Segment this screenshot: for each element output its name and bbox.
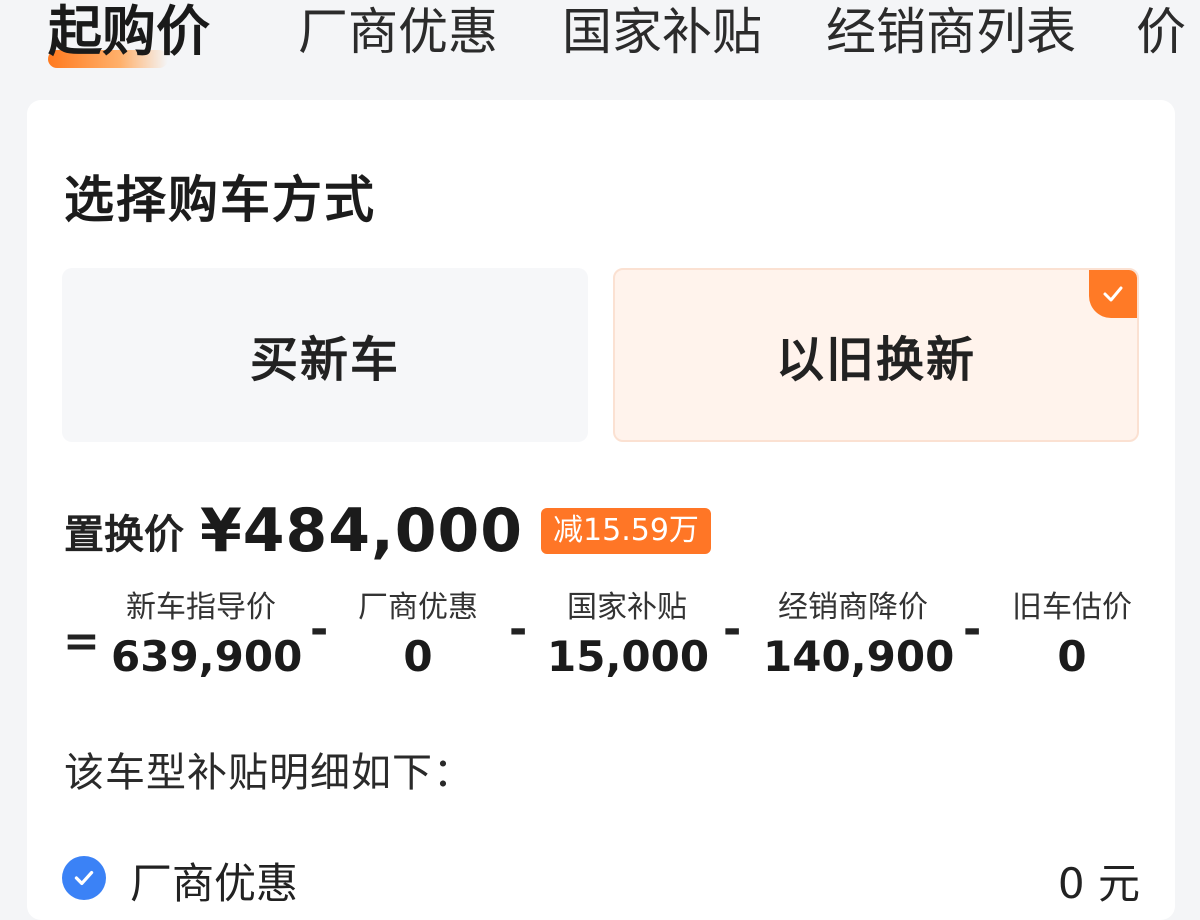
formula-term-value: 0 [403, 632, 433, 681]
formula-term-label: 旧车估价 [1012, 590, 1132, 625]
formula-term-value: 140,900 [763, 632, 955, 681]
tab-starting-price[interactable]: 起购价 [48, 2, 210, 62]
trade-in-price-value: ¥484,000 [200, 496, 524, 566]
subsidy-detail-title: 该车型补贴明细如下： [64, 750, 474, 796]
formula-term-value: 0 [1057, 632, 1087, 681]
option-buy-new-car[interactable]: 买新车 [62, 268, 588, 442]
tab-dealer-list[interactable]: 经销商列表 [826, 2, 1076, 62]
formula-term-value: 639,900 [111, 632, 303, 681]
option-buy-new-car-label: 买新车 [249, 332, 400, 388]
tab-price-partial[interactable]: 价 [1136, 2, 1186, 62]
checkmark-icon [1103, 286, 1123, 302]
formula-term-msrp: 新车指导价 639,900 [111, 590, 303, 682]
trade-in-price-label: 置换价 [64, 512, 184, 558]
formula-term-manufacturer-discount: 厂商优惠 0 [343, 590, 493, 682]
formula-term-label: 经销商降价 [778, 590, 928, 625]
formula-term-value: 15,000 [547, 632, 710, 681]
trade-in-price-row: 置换价 ¥484,000 减15.59万 [64, 496, 711, 566]
option-trade-in[interactable]: 以旧换新 [613, 268, 1139, 442]
purchase-method-title: 选择购车方式 [64, 171, 376, 229]
price-formula: = 新车指导价 639,900 - 厂商优惠 0 - 国家补贴 15,000 -… [27, 590, 1175, 700]
formula-minus-sign: - [509, 604, 528, 655]
subsidy-detail-row: 厂商优惠 0 元 [62, 850, 1140, 910]
discount-badge: 减15.59万 [541, 508, 711, 554]
subsidy-detail-value: 0 元 [1057, 859, 1140, 908]
option-trade-in-label: 以旧换新 [775, 332, 976, 388]
formula-term-label: 国家补贴 [567, 590, 687, 625]
purchase-card: 选择购车方式 买新车 以旧换新 置换价 ¥484,000 减15.59万 = 新… [27, 100, 1175, 920]
subsidy-detail-label: 厂商优惠 [130, 859, 299, 908]
top-tab-bar: 起购价 厂商优惠 国家补贴 经销商列表 价 [0, 0, 1200, 84]
formula-term-old-car-value: 旧车估价 0 [997, 590, 1147, 682]
formula-minus-sign: - [723, 604, 742, 655]
formula-term-dealer-discount: 经销商降价 140,900 [763, 590, 955, 682]
tab-manufacturer-discount[interactable]: 厂商优惠 [298, 2, 498, 62]
formula-equals-sign: = [63, 616, 100, 667]
selected-corner-badge [1089, 270, 1137, 318]
checkmark-icon [74, 870, 94, 886]
formula-term-national-subsidy: 国家补贴 15,000 [547, 590, 710, 682]
formula-term-label: 厂商优惠 [358, 590, 478, 625]
formula-minus-sign: - [963, 604, 982, 655]
check-circle-icon [62, 856, 106, 900]
formula-term-label: 新车指导价 [126, 590, 276, 625]
formula-minus-sign: - [310, 604, 329, 655]
tab-national-subsidy[interactable]: 国家补贴 [562, 2, 762, 62]
